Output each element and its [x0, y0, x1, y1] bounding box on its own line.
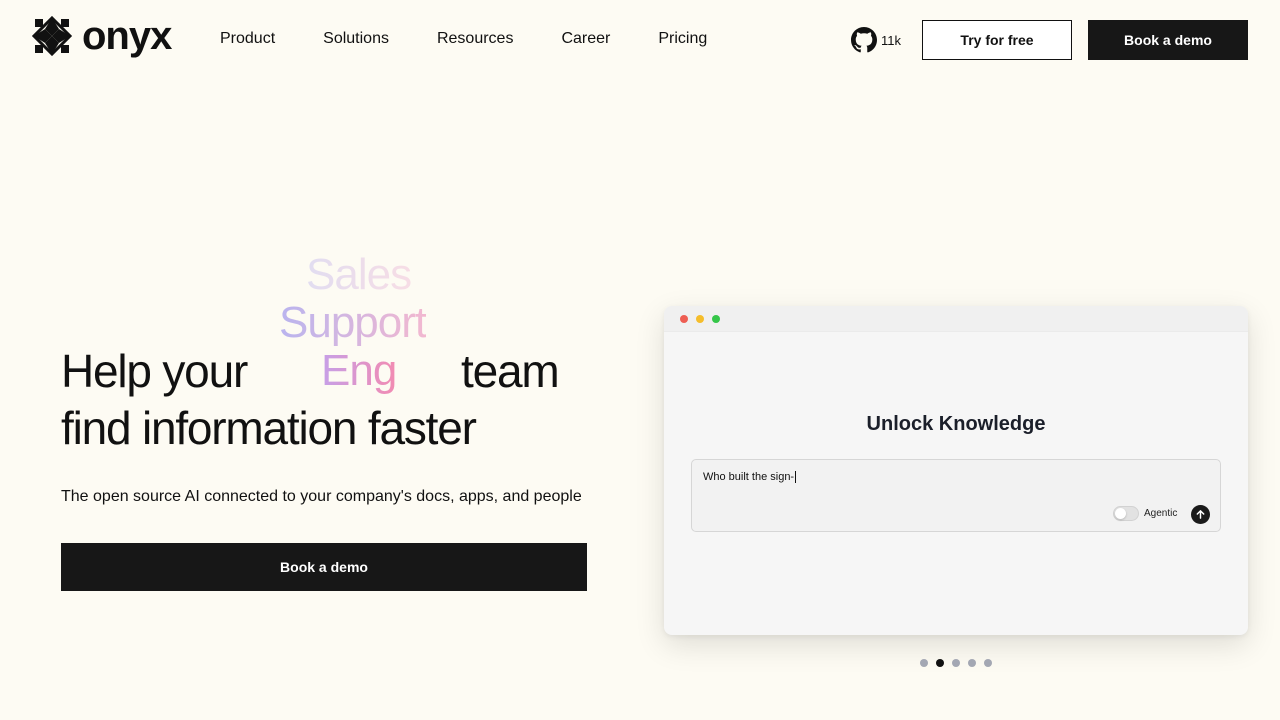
agentic-label: Agentic	[1144, 508, 1178, 519]
brand-logo[interactable]: onyx	[32, 14, 172, 58]
hero-headline-prefix: Help your	[61, 345, 248, 397]
nav-solutions[interactable]: Solutions	[323, 29, 389, 49]
rotating-word-eng: Eng	[321, 346, 397, 395]
carousel-dot-4[interactable]	[968, 659, 976, 667]
carousel-dot-3[interactable]	[952, 659, 960, 667]
arrow-up-icon	[1196, 510, 1205, 519]
window-close-dot	[680, 314, 688, 323]
hero-subtitle: The open source AI connected to your com…	[61, 488, 582, 505]
demo-window: Unlock Knowledge Who built the sign- Age…	[664, 306, 1248, 635]
window-maximize-dot	[712, 314, 720, 323]
brand-name: onyx	[82, 14, 172, 58]
try-for-free-button[interactable]: Try for free	[922, 20, 1072, 60]
github-stars: 11k	[881, 32, 901, 48]
demo-title: Unlock Knowledge	[866, 413, 1046, 435]
book-demo-header-button[interactable]: Book a demo	[1088, 20, 1248, 60]
nav-pricing[interactable]: Pricing	[658, 29, 707, 49]
demo-query-text: Who built the sign-	[703, 471, 795, 483]
rotating-word-support: Support	[279, 298, 427, 347]
window-title-bar	[664, 306, 1248, 332]
send-button[interactable]	[1191, 505, 1210, 524]
hero-headline-line2: find information faster	[61, 402, 477, 454]
agentic-toggle[interactable]	[1113, 506, 1139, 521]
main-nav: Product Solutions Resources Career Prici…	[220, 29, 707, 49]
hero-headline-suffix: team	[461, 345, 560, 397]
text-caret	[795, 471, 797, 484]
nav-career[interactable]: Career	[561, 29, 610, 49]
github-icon	[851, 27, 877, 53]
carousel-dot-2[interactable]	[936, 659, 944, 667]
carousel-pager	[920, 659, 992, 667]
nav-product[interactable]: Product	[220, 29, 275, 49]
demo-query-input[interactable]: Who built the sign- Agentic	[691, 459, 1221, 532]
onyx-logo-icon	[32, 16, 72, 56]
book-demo-hero-button[interactable]: Book a demo	[61, 543, 587, 591]
carousel-dot-1[interactable]	[920, 659, 928, 667]
carousel-dot-5[interactable]	[984, 659, 992, 667]
github-link[interactable]: 11k	[851, 27, 901, 53]
window-minimize-dot	[696, 314, 704, 323]
nav-resources[interactable]: Resources	[437, 29, 513, 49]
rotating-word-sales: Sales	[306, 250, 412, 299]
